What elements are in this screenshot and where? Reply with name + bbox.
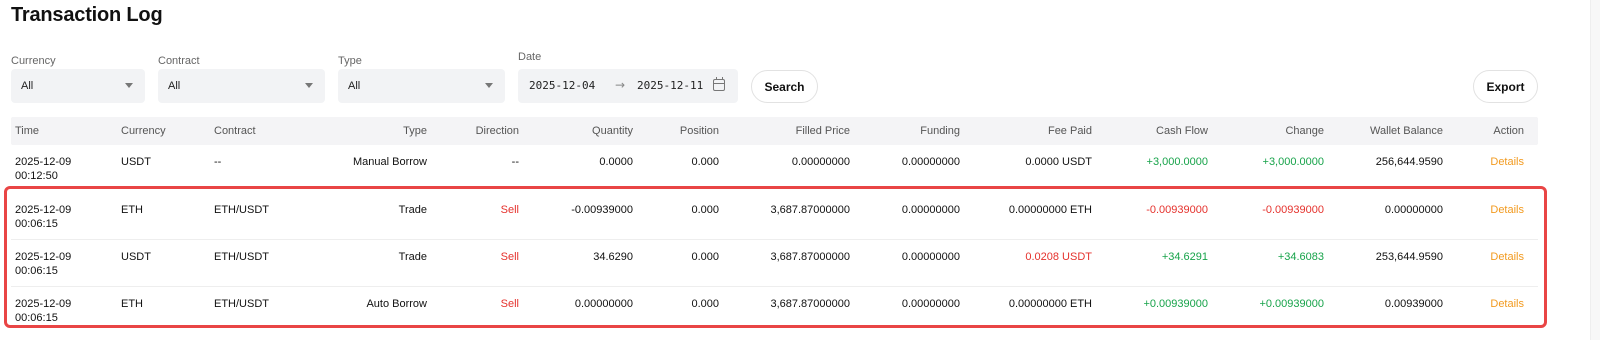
cell-position: 0.000 (691, 298, 719, 310)
cell-fee-paid: 0.0208 USDT (1025, 251, 1092, 263)
cell-contract: -- (214, 156, 222, 168)
type-select[interactable]: All (338, 69, 505, 103)
col-funding: Funding (920, 125, 960, 137)
cell-currency: ETH (121, 204, 143, 216)
details-link[interactable]: Details (1490, 204, 1524, 216)
cell-contract: ETH/USDT (214, 298, 269, 310)
calendar-icon[interactable] (713, 77, 725, 91)
cell-time: 2025-12-09 00:06:15 (15, 251, 72, 277)
cell-direction: Sell (500, 251, 519, 263)
cell-filled-price: 3,687.87000000 (770, 204, 850, 216)
vertical-scrollbar[interactable] (1590, 0, 1600, 340)
col-position: Position (679, 125, 719, 137)
table-row: 2025-12-09 00:06:15 ETH ETH/USDT Auto Bor… (11, 288, 1538, 326)
col-fee-paid: Fee Paid (1047, 125, 1092, 137)
cell-position: 0.000 (691, 251, 719, 263)
date-end[interactable]: 2025-12-11 (637, 79, 703, 92)
cell-fee-paid: 0.00000000 ETH (1008, 204, 1092, 216)
col-time: Time (15, 125, 40, 137)
table-row: 2025-12-09 00:06:15 ETH ETH/USDT Trade Se… (11, 194, 1538, 240)
cell-currency: USDT (121, 156, 151, 168)
col-wallet-balance: Wallet Balance (1370, 125, 1443, 137)
cell-cash-flow: +3,000.0000 (1146, 156, 1208, 168)
col-type: Type (403, 125, 427, 137)
details-link[interactable]: Details (1490, 156, 1524, 168)
cell-type: Manual Borrow (353, 156, 427, 168)
currency-select[interactable]: All (11, 69, 145, 103)
cell-wallet-balance: 0.00939000 (1384, 298, 1443, 310)
cell-fee-paid: 0.0000 USDT (1025, 156, 1092, 168)
cell-quantity: 0.0000 (599, 156, 633, 168)
export-button[interactable]: Export (1473, 70, 1538, 103)
cell-change: +3,000.0000 (1262, 156, 1324, 168)
col-action: Action (1493, 125, 1524, 137)
details-link[interactable]: Details (1490, 251, 1524, 263)
cell-quantity: 0.00000000 (574, 298, 633, 310)
cell-change: +0.00939000 (1259, 298, 1324, 310)
cell-cash-flow: -0.00939000 (1146, 204, 1208, 216)
type-select-value: All (348, 80, 361, 92)
cell-change: -0.00939000 (1262, 204, 1324, 216)
cell-direction: -- (511, 156, 519, 168)
col-change: Change (1285, 125, 1324, 137)
page-title: Transaction Log (11, 4, 163, 26)
cell-funding: 0.00000000 (901, 156, 960, 168)
cell-wallet-balance: 0.00000000 (1384, 204, 1443, 216)
cell-quantity: -0.00939000 (571, 204, 633, 216)
cell-time: 2025-12-09 00:06:15 (15, 204, 72, 230)
cell-direction: Sell (500, 204, 519, 216)
col-cash-flow: Cash Flow (1156, 125, 1208, 137)
cell-contract: ETH/USDT (214, 251, 269, 263)
cell-quantity: 34.6290 (593, 251, 633, 263)
cell-wallet-balance: 253,644.9590 (1375, 251, 1443, 263)
cell-cash-flow: +0.00939000 (1143, 298, 1208, 310)
cell-contract: ETH/USDT (214, 204, 269, 216)
cell-type: Auto Borrow (366, 298, 427, 310)
cell-funding: 0.00000000 (901, 204, 960, 216)
cell-time: 2025-12-09 00:06:15 (15, 298, 72, 324)
search-button[interactable]: Search (751, 70, 818, 103)
details-link[interactable]: Details (1490, 298, 1524, 310)
cell-wallet-balance: 256,644.9590 (1375, 156, 1443, 168)
cell-filled-price: 0.00000000 (791, 156, 850, 168)
col-contract: Contract (214, 125, 256, 137)
date-filter-label: Date (518, 51, 542, 63)
contract-filter-label: Contract (158, 55, 200, 67)
col-filled-price: Filled Price (795, 125, 850, 137)
cell-type: Trade (398, 204, 427, 216)
currency-select-value: All (21, 80, 34, 92)
cell-position: 0.000 (691, 156, 719, 168)
col-direction: Direction (475, 125, 519, 137)
cell-direction: Sell (500, 298, 519, 310)
table-row: 2025-12-09 00:06:15 USDT ETH/USDT Trade S… (11, 241, 1538, 287)
cell-type: Trade (398, 251, 427, 263)
table-row: 2025-12-09 00:12:50 USDT -- Manual Borrow… (11, 147, 1538, 183)
cell-position: 0.000 (691, 204, 719, 216)
cell-time: 2025-12-09 00:12:50 (15, 156, 72, 182)
contract-select-value: All (168, 80, 181, 92)
currency-filter-label: Currency (11, 55, 56, 67)
date-range-picker[interactable]: 2025-12-04 → 2025-12-11 (518, 69, 738, 103)
contract-select[interactable]: All (158, 69, 325, 103)
cell-currency: USDT (121, 251, 151, 263)
cell-change: +34.6083 (1277, 251, 1324, 263)
col-quantity: Quantity (592, 125, 633, 137)
cell-filled-price: 3,687.87000000 (770, 298, 850, 310)
cell-filled-price: 3,687.87000000 (770, 251, 850, 263)
col-currency: Currency (121, 125, 166, 137)
cell-funding: 0.00000000 (901, 251, 960, 263)
arrow-right-icon: → (615, 78, 626, 92)
caret-down-icon (485, 83, 493, 88)
date-start[interactable]: 2025-12-04 (529, 79, 595, 92)
caret-down-icon (125, 83, 133, 88)
cell-currency: ETH (121, 298, 143, 310)
cell-funding: 0.00000000 (901, 298, 960, 310)
cell-fee-paid: 0.00000000 ETH (1008, 298, 1092, 310)
table-header: Time Currency Contract Type Direction Qu… (11, 117, 1538, 145)
caret-down-icon (305, 83, 313, 88)
type-filter-label: Type (338, 55, 362, 67)
cell-cash-flow: +34.6291 (1161, 251, 1208, 263)
